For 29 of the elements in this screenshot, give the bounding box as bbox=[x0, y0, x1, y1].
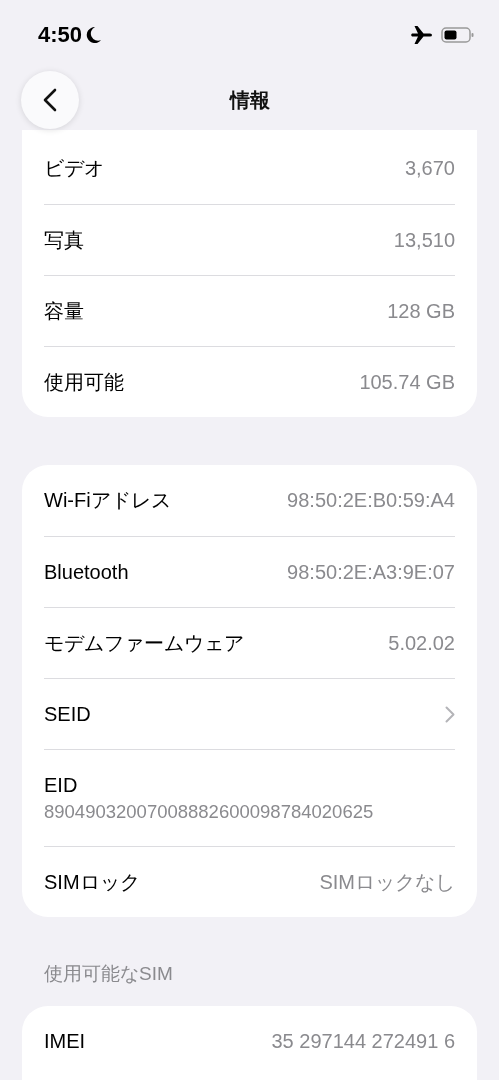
row-label: SIMロック bbox=[44, 869, 140, 895]
row-value: 89049032007008882600098784020625 bbox=[44, 800, 374, 823]
chevron-right-icon bbox=[445, 705, 455, 723]
chevron-left-icon bbox=[43, 88, 57, 112]
row-label: Wi-Fiアドレス bbox=[44, 488, 171, 513]
status-time: 4:50 bbox=[38, 22, 83, 48]
row-value: 98:50:2E:B0:59:A4 bbox=[287, 489, 455, 512]
row-value: SIMロックなし bbox=[319, 869, 455, 895]
row-label: 容量 bbox=[44, 298, 84, 324]
row-label: ビデオ bbox=[44, 156, 104, 181]
list-row[interactable]: SEID bbox=[44, 678, 455, 749]
row-value: 128 GB bbox=[387, 299, 455, 323]
row-value: 105.74 GB bbox=[359, 370, 455, 394]
airplane-icon bbox=[411, 25, 433, 45]
row-label: IMEI bbox=[44, 1030, 86, 1053]
row-value: 35 297144 272491 6 bbox=[271, 1030, 455, 1053]
row-value: 98:50:2E:A3:9E:07 bbox=[287, 560, 455, 584]
row-label: EID bbox=[44, 773, 78, 797]
back-button[interactable] bbox=[21, 71, 79, 129]
row-label: Bluetooth bbox=[44, 560, 129, 584]
row-label: 写真 bbox=[44, 227, 84, 253]
section-header: 使用可能なSIM bbox=[43, 962, 174, 986]
row-label: モデムファームウェア bbox=[44, 630, 244, 656]
page-title: 情報 bbox=[229, 87, 270, 113]
battery-icon bbox=[441, 26, 475, 44]
row-value: 5.02.02 bbox=[388, 631, 455, 655]
row-value: 3,670 bbox=[404, 157, 455, 180]
row-label: 使用可能 bbox=[44, 369, 124, 395]
row-value: 13,510 bbox=[393, 228, 455, 252]
